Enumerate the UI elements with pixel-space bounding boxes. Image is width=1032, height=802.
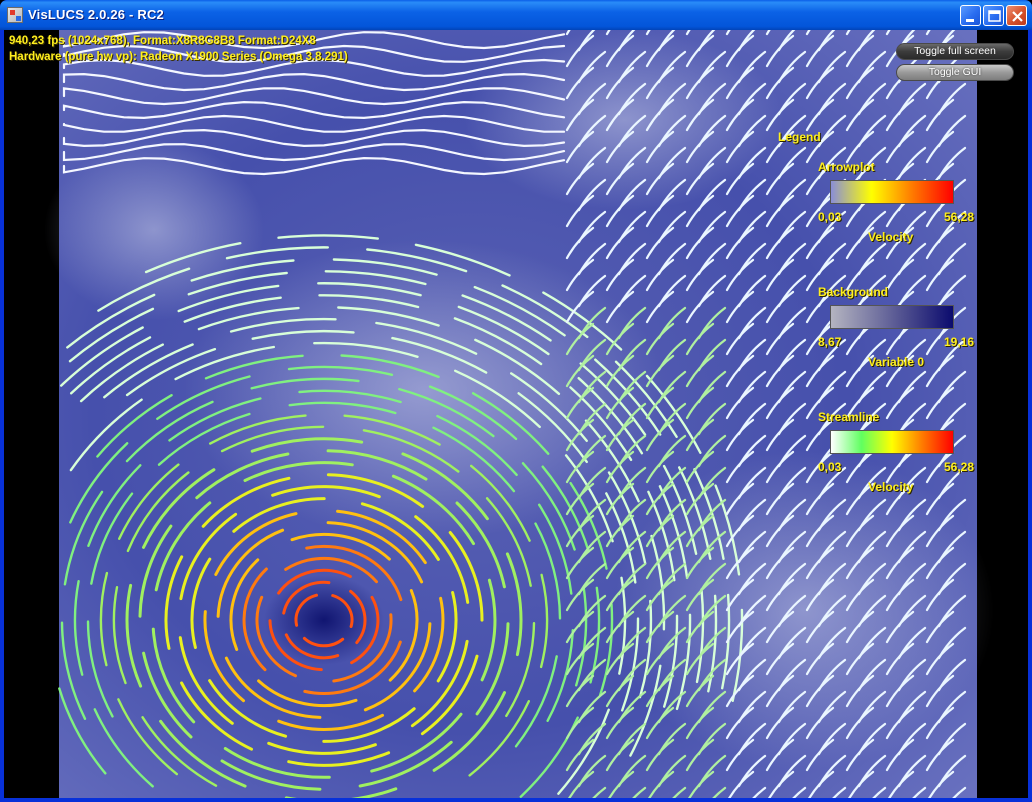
legend-arrowplot-heading: Arrowplot [818,160,875,174]
app-icon[interactable] [7,7,23,23]
legend-background-variable: Variable 0 [868,355,925,369]
maximize-button[interactable] [983,5,1004,26]
cloud-region [44,140,264,320]
title-bar[interactable]: VisLUCS 2.0.26 - RC2 [0,0,1032,30]
minimize-icon [966,19,974,22]
toggle-gui-button[interactable]: Toggle GUI [896,64,1014,81]
legend-background-heading: Background [818,285,889,299]
legend-streamline-heading: Streamline [818,410,880,424]
cloud-region [464,30,784,210]
legend-streamline-variable: Velocity [868,480,914,494]
legend-background-max: 19,16 [944,335,975,349]
legend-arrowplot-colorbar [830,180,954,204]
legend-background-min: 8,67 [818,335,842,349]
legend-background-colorbar [830,305,954,329]
legend-arrowplot-max: 56,28 [944,210,975,224]
app-window: VisLUCS 2.0.26 - RC2 940,23 fps (1024x76… [0,0,1032,802]
legend-streamline-max: 56,28 [944,460,975,474]
window-title: VisLUCS 2.0.26 - RC2 [28,7,164,22]
legend-arrowplot-variable: Velocity [868,230,914,244]
legend-title: Legend [778,130,821,144]
render-viewport[interactable]: 940,23 fps (1024x768), Format:X8R8G8B8 F… [4,30,1028,798]
toggle-fullscreen-button[interactable]: Toggle full screen [896,43,1014,60]
close-icon [1012,11,1023,22]
minimize-button[interactable] [960,5,981,26]
legend-arrowplot-min: 0,03 [818,210,842,224]
hardware-readout: Hardware (pure hw vp): Radeon X1900 Seri… [9,51,348,63]
maximize-icon [988,10,1001,22]
legend-streamline-min: 0,03 [818,460,842,474]
fps-readout: 940,23 fps (1024x768), Format:X8R8G8B8 F… [9,35,316,47]
close-button[interactable] [1006,5,1027,26]
legend-streamline-colorbar [830,430,954,454]
